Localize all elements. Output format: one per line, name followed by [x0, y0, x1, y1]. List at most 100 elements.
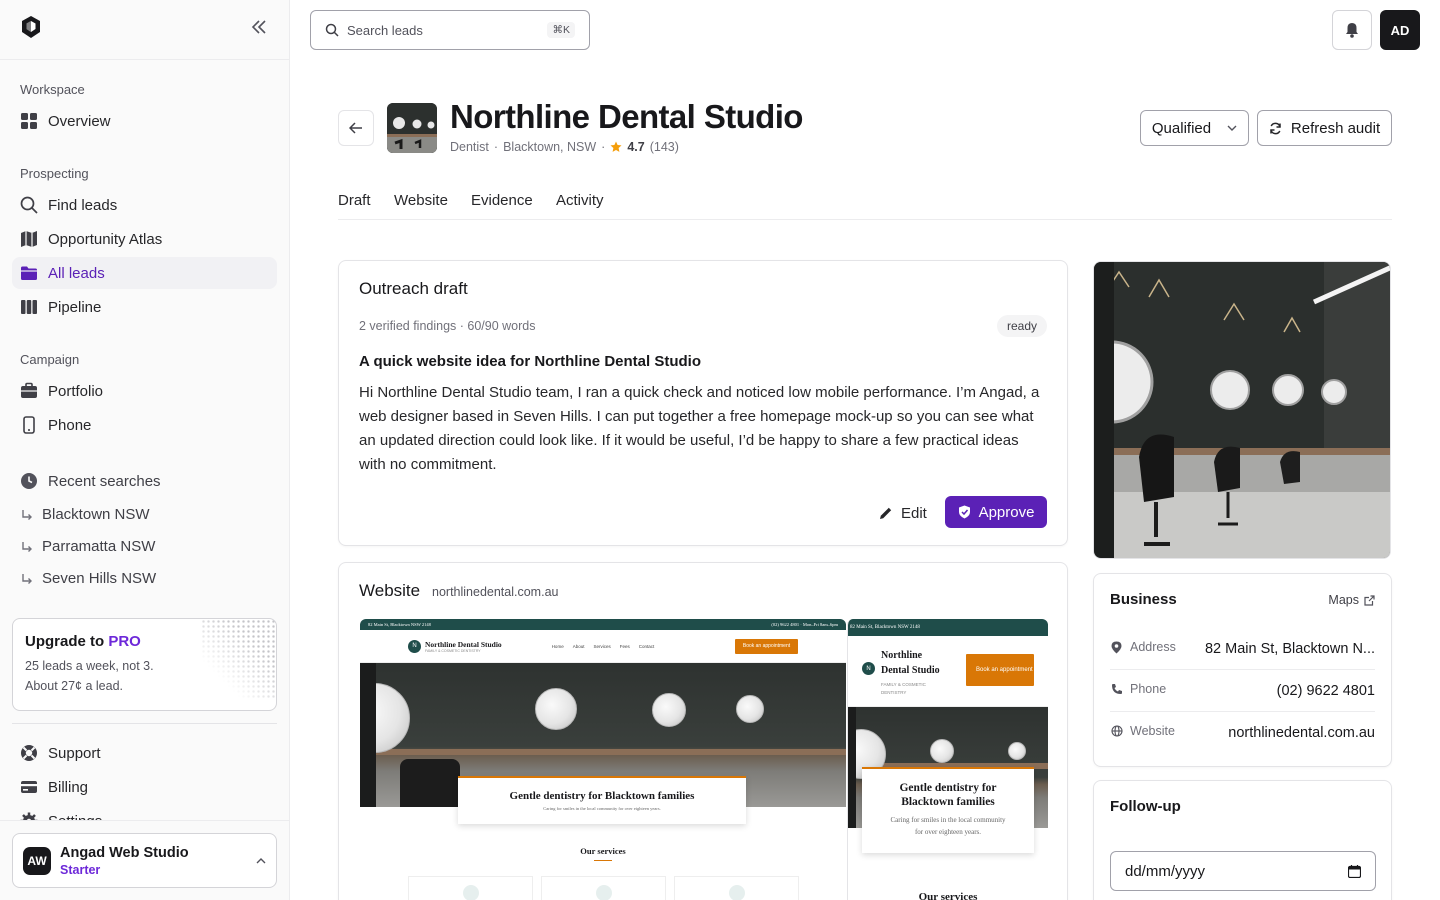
sidebar-item-phone[interactable]: Phone — [12, 409, 277, 441]
columns-icon — [21, 300, 37, 314]
sidebar-item-pipeline[interactable]: Pipeline — [12, 291, 277, 323]
edit-label: Edit — [901, 504, 927, 522]
account-switcher[interactable]: AW Angad Web Studio Starter — [12, 833, 277, 888]
mock-hero-title: Gentle dentistry for Blacktown families — [509, 790, 695, 802]
email-subject: A quick website idea for Northline Denta… — [359, 353, 701, 370]
lead-review-count: (143) — [649, 140, 679, 154]
mobile-screenshot: 82 Main St, Blacktown NSW 2148 N Northli… — [847, 619, 1048, 900]
recent-searches-header[interactable]: Recent searches — [12, 465, 277, 497]
mock-logo-icon: N — [408, 639, 421, 653]
sidebar-item-label: Phone — [48, 416, 92, 434]
sidebar-item-label: Opportunity Atlas — [48, 230, 163, 248]
follow-up-title: Follow-up — [1110, 798, 1181, 815]
tab-draft[interactable]: Draft — [338, 192, 371, 209]
mock-brand: Northline Dental Studio FAMILY & COSMETIC… — [425, 639, 502, 653]
chevron-down-icon — [1227, 125, 1237, 131]
sidebar-item-label: Portfolio — [48, 382, 104, 400]
outreach-draft-card: Outreach draft 2 verified findings · 60/… — [338, 260, 1068, 546]
recent-search-item[interactable]: Parramatta NSW — [20, 538, 155, 555]
address-label: Address — [1130, 640, 1176, 654]
mock-cta: Book an appointment — [966, 654, 1034, 686]
date-placeholder: dd/mm/yyyy — [1125, 862, 1206, 880]
search-input[interactable]: Search leads ⌘K — [310, 10, 590, 50]
tab-website[interactable]: Website — [394, 192, 448, 209]
phone-icon — [23, 416, 35, 434]
arrow-left-icon — [349, 122, 362, 134]
sidebar-item-label: All leads — [48, 264, 105, 282]
website-card: Website northlinedental.com.au 82 Main S… — [338, 562, 1068, 900]
approve-label: Approve — [978, 503, 1035, 521]
website-value[interactable]: northlinedental.com.au — [1228, 725, 1375, 741]
corner-arrow-icon — [22, 509, 32, 520]
outreach-meta: 2 verified findings · 60/90 words — [359, 319, 536, 333]
globe-icon — [1111, 725, 1123, 737]
mock-logo-icon: N — [862, 662, 875, 675]
pencil-icon — [880, 507, 892, 519]
upgrade-card[interactable]: Upgrade to PRO 25 leads a week, not 3. Ab… — [12, 618, 277, 711]
sidebar-item-overview[interactable]: Overview — [12, 105, 277, 137]
sidebar-item-label: Pipeline — [48, 298, 102, 316]
website-domain: northlinedental.com.au — [432, 585, 559, 599]
user-avatar[interactable]: AD — [1380, 10, 1420, 50]
location-pin-icon — [1111, 641, 1122, 654]
refresh-audit-button[interactable]: Refresh audit — [1257, 110, 1392, 146]
mock-brand: Northline Dental Studio — [881, 650, 940, 676]
grid-icon — [21, 113, 37, 129]
lead-tabs: Draft Website Evidence Activity — [338, 190, 1392, 220]
back-button[interactable] — [338, 110, 374, 146]
maps-link[interactable]: Maps — [1328, 593, 1375, 607]
mock-hero-box: Gentle dentistry for Blacktown families … — [458, 776, 746, 824]
follow-up-card: Follow-up dd/mm/yyyy — [1093, 780, 1392, 900]
sidebar-header — [0, 0, 289, 60]
mock-hero-subtitle: Caring for smiles in the local community… — [890, 816, 1006, 836]
notifications-button[interactable] — [1332, 10, 1372, 50]
status-select[interactable]: Qualified — [1140, 110, 1249, 146]
bell-icon — [1346, 23, 1358, 38]
phone-label: Phone — [1130, 682, 1167, 696]
map-icon — [21, 231, 37, 247]
lead-category: Dentist — [450, 140, 489, 154]
lead-name: Northline Dental Studio — [450, 98, 803, 135]
mock-address: 82 Main St, Blacktown NSW 2148 — [368, 622, 431, 627]
section-prospecting: Prospecting — [20, 166, 89, 181]
mock-services-title: Our services — [918, 891, 978, 900]
account-name: Angad Web Studio — [60, 844, 189, 861]
recent-search-item[interactable]: Blacktown NSW — [20, 506, 150, 523]
mock-tagline: FAMILY & COSMETIC DENTISTRY — [881, 682, 926, 695]
credit-card-icon — [21, 781, 37, 793]
mock-mobile-hero-box: Gentle dentistry for Blacktown families C… — [862, 767, 1034, 853]
sidebar-item-label: Support — [48, 744, 101, 762]
section-workspace: Workspace — [20, 82, 85, 97]
outreach-title: Outreach draft — [359, 279, 468, 298]
desktop-screenshot: 82 Main St, Blacktown NSW 2148 (02) 9622 … — [360, 619, 846, 900]
folder-icon — [21, 266, 37, 280]
external-link-icon — [1364, 594, 1375, 606]
mock-mobile-header: N Northline Dental Studio FAMILY & COSMET… — [848, 636, 1048, 706]
mock-services-title: Our services — [580, 846, 626, 856]
sidebar-item-label: Find leads — [48, 196, 118, 214]
mock-cta: Book an appointment — [735, 638, 798, 654]
business-title: Business — [1110, 591, 1177, 608]
collapse-sidebar-icon[interactable] — [251, 20, 267, 39]
sidebar-item-opportunity-atlas[interactable]: Opportunity Atlas — [12, 223, 277, 255]
recent-search-item[interactable]: Seven Hills NSW — [20, 570, 156, 587]
approve-button[interactable]: Approve — [945, 496, 1047, 528]
follow-up-date-input[interactable]: dd/mm/yyyy — [1110, 851, 1376, 891]
lifebuoy-icon — [21, 745, 37, 761]
briefcase-icon — [21, 382, 37, 398]
refresh-audit-label: Refresh audit — [1290, 119, 1381, 137]
logo-icon[interactable] — [20, 15, 42, 44]
sidebar-item-billing[interactable]: Billing — [12, 771, 277, 803]
edit-button[interactable]: Edit — [879, 497, 927, 529]
star-icon — [610, 141, 622, 152]
account-plan: Starter — [60, 862, 101, 877]
status-badge: ready — [996, 315, 1047, 337]
sidebar-item-all-leads[interactable]: All leads — [12, 257, 277, 289]
sidebar-item-find-leads[interactable]: Find leads — [12, 189, 277, 221]
phone-value[interactable]: (02) 9622 4801 — [1277, 683, 1375, 699]
sidebar-item-support[interactable]: Support — [12, 737, 277, 769]
tab-activity[interactable]: Activity — [556, 192, 604, 209]
sidebar-item-portfolio[interactable]: Portfolio — [12, 375, 277, 407]
account-avatar: AW — [23, 846, 51, 875]
tab-evidence[interactable]: Evidence — [471, 192, 533, 209]
